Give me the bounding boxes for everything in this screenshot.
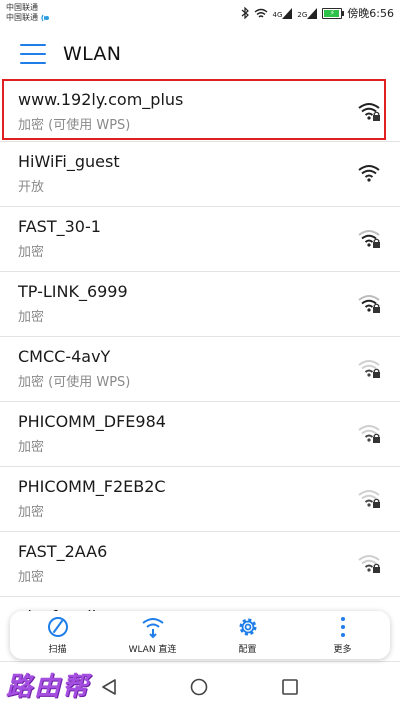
network-name: CMCC-4avY [18, 347, 111, 366]
menu-icon[interactable] [20, 44, 46, 64]
config-label: 配置 [238, 645, 257, 655]
status-bar: 中国联通 中国联通 4G 2G ⚡ 傍晚6:56 [0, 0, 400, 28]
wlan-direct-button[interactable]: WLAN 直连 [113, 615, 193, 655]
charging-icon: ⚡ [329, 8, 335, 17]
wifi-network-list: www.192ly.com_plus 加密 (可使用 WPS) HiWiFi_gue… [0, 80, 400, 662]
back-icon[interactable] [100, 678, 118, 696]
wifi-network-item[interactable]: FAST_30-1 加密 [0, 207, 400, 272]
wifi-network-item[interactable]: HiWiFi_guest 开放 [0, 142, 400, 207]
network-status: 加密 (可使用 WPS) [18, 375, 131, 390]
network-status: 加密 [18, 310, 45, 325]
signal-bars-icon [282, 7, 293, 19]
carrier-2-label: 中国联通 [6, 13, 38, 22]
network-status: 加密 (可使用 WPS) [18, 118, 131, 133]
more-button[interactable]: 更多 [303, 615, 383, 655]
network-name: TP-LINK_6999 [18, 282, 128, 301]
config-button[interactable]: 配置 [208, 615, 288, 655]
network-name: FAST_2AA6 [18, 542, 108, 561]
clock: 傍晚6:56 [347, 7, 394, 20]
hd-call-icon [41, 14, 49, 22]
signal-bars-icon [307, 7, 318, 19]
wifi-lock-icon [358, 490, 380, 508]
signal-4g: 4G [272, 7, 293, 19]
network-name: www.192ly.com_plus [18, 90, 184, 109]
wifi-lock-icon [358, 425, 380, 443]
wifi-network-item[interactable]: PHICOMM_F2EB2C 加密 [0, 467, 400, 532]
gear-icon [239, 618, 256, 636]
signal-4g-label: 4G [272, 10, 283, 19]
network-status: 加密 [18, 440, 45, 455]
more-label: 更多 [333, 645, 352, 655]
app-header: WLAN [0, 28, 400, 80]
wifi-lock-icon [358, 555, 380, 573]
network-name: PHICOMM_F2EB2C [18, 477, 166, 496]
wlan-direct-icon [141, 618, 164, 639]
page-title: WLAN [63, 43, 122, 65]
network-name: PHICOMM_DFE984 [18, 412, 166, 431]
network-name: HiWiFi_guest [18, 152, 120, 171]
wifi-network-item[interactable]: www.192ly.com_plus 加密 (可使用 WPS) [0, 80, 400, 142]
wifi-icon [358, 165, 380, 182]
signal-2g: 2G [297, 7, 318, 19]
wifi-lock-icon [358, 230, 380, 248]
wlan-direct-label: WLAN 直连 [128, 645, 177, 655]
network-status: 开放 [18, 180, 45, 195]
battery-icon: ⚡ [322, 7, 345, 19]
scan-button[interactable]: 扫描 [18, 615, 98, 655]
carrier-1-label: 中国联通 [6, 3, 38, 12]
watermark-logo: 路由帮 [6, 672, 91, 702]
bottom-toolbar: 扫描 WLAN 直连 配置 更多 [10, 611, 390, 659]
wifi-network-item[interactable]: FAST_2AA6 加密 [0, 532, 400, 597]
bluetooth-icon [241, 7, 249, 19]
wifi-network-item[interactable]: PHICOMM_DFE984 加密 [0, 402, 400, 467]
carrier-2: 中国联通 [6, 13, 50, 23]
network-status: 加密 [18, 505, 45, 520]
status-icons: 4G 2G ⚡ 傍晚6:56 [241, 5, 394, 21]
carrier-info: 中国联通 中国联通 [6, 3, 50, 23]
recents-icon[interactable] [281, 678, 299, 696]
wifi-lock-icon [358, 360, 380, 378]
more-vertical-icon [340, 617, 345, 637]
scan-icon [47, 617, 68, 637]
wifi-lock-icon [358, 103, 380, 121]
signal-2g-label: 2G [297, 10, 308, 19]
carrier-1: 中国联通 [6, 3, 50, 13]
network-status: 加密 [18, 245, 45, 260]
network-status: 加密 [18, 570, 45, 585]
scan-label: 扫描 [48, 645, 67, 655]
network-name: FAST_30-1 [18, 217, 101, 236]
wifi-network-item[interactable]: TP-LINK_6999 加密 [0, 272, 400, 337]
wifi-network-item[interactable]: CMCC-4avY 加密 (可使用 WPS) [0, 337, 400, 402]
wifi-lock-icon [358, 295, 380, 313]
wifi-status-icon [254, 8, 267, 18]
home-icon[interactable] [190, 678, 208, 696]
